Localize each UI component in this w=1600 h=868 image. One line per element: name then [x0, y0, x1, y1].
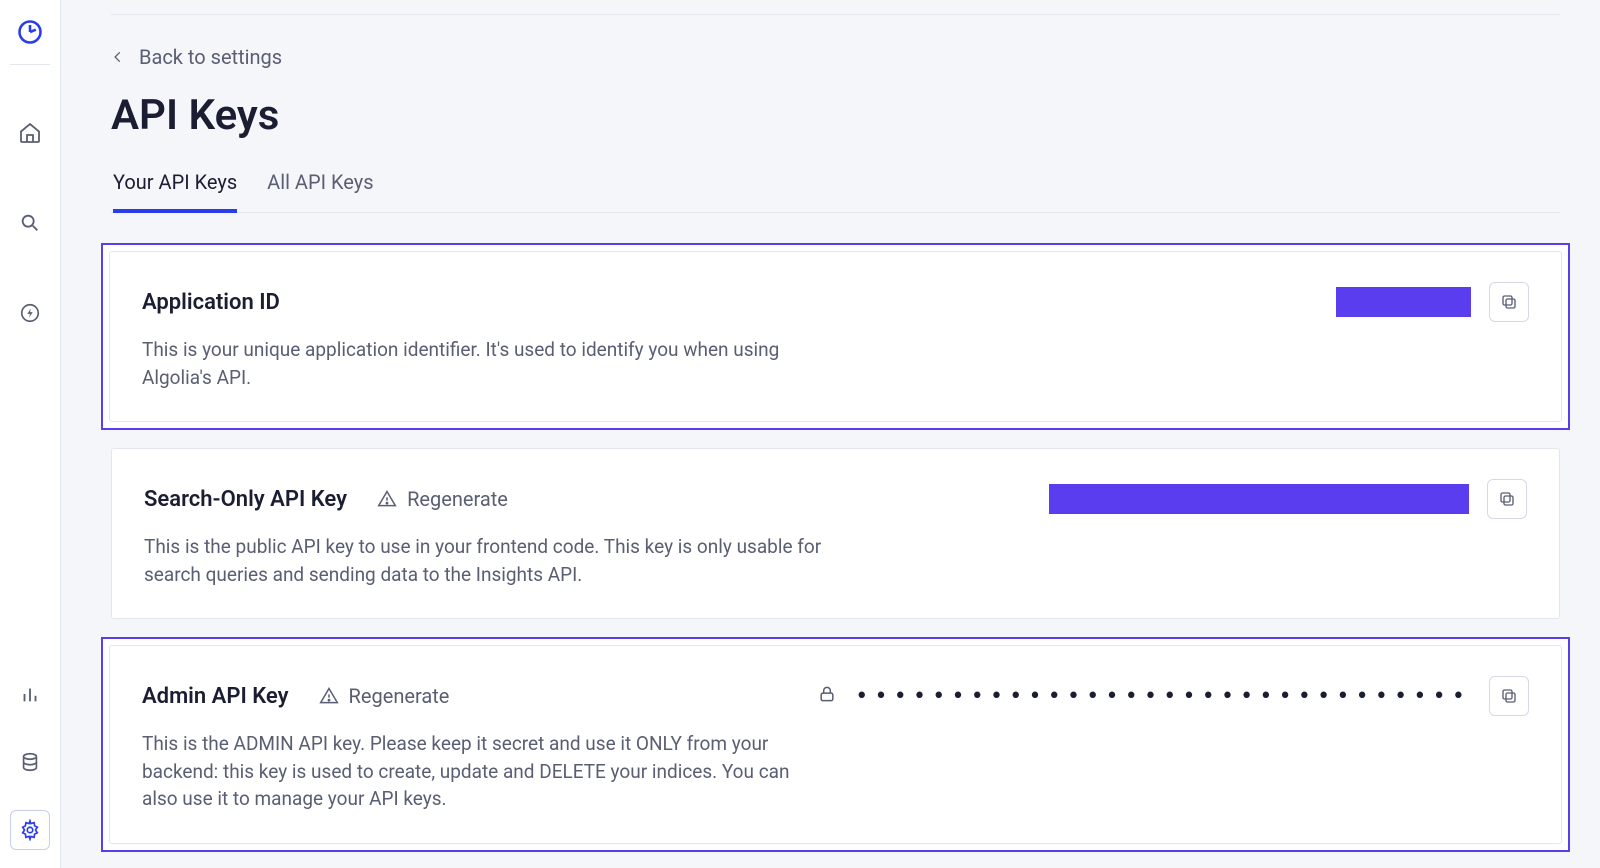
admin-desc: This is the ADMIN API key. Please keep i…	[142, 730, 822, 813]
search-only-card-wrap: Search-Only API Key Regenerate This is t…	[111, 448, 1560, 619]
application-id-desc: This is your unique application identifi…	[142, 336, 822, 391]
search-only-value	[1049, 484, 1469, 514]
copy-icon	[1498, 490, 1516, 508]
lock-icon	[817, 684, 837, 708]
bolt-icon[interactable]	[10, 293, 50, 333]
database-icon[interactable]	[10, 742, 50, 782]
search-icon[interactable]	[10, 203, 50, 243]
main-content: Back to settings API Keys Your API Keys …	[61, 0, 1600, 868]
home-icon[interactable]	[10, 113, 50, 153]
regenerate-admin-key-button[interactable]: Regenerate	[319, 684, 450, 708]
copy-admin-key-button[interactable]	[1489, 676, 1529, 716]
admin-key-masked: ••••••••••••••••••••••••••••••••	[855, 684, 1471, 709]
application-id-card-wrap: Application ID This is your unique appli…	[101, 243, 1570, 430]
tab-your-api-keys[interactable]: Your API Keys	[113, 170, 237, 212]
regenerate-label: Regenerate	[407, 487, 508, 511]
copy-icon	[1500, 293, 1518, 311]
chevron-left-icon	[111, 50, 125, 64]
application-id-value	[1336, 287, 1471, 317]
logo-icon[interactable]	[10, 18, 50, 65]
back-to-settings-link[interactable]: Back to settings	[111, 45, 282, 69]
copy-search-key-button[interactable]	[1487, 479, 1527, 519]
search-only-card: Search-Only API Key Regenerate This is t…	[111, 448, 1560, 619]
search-only-desc: This is the public API key to use in you…	[144, 533, 824, 588]
application-id-title: Application ID	[142, 290, 280, 315]
sidebar	[0, 0, 61, 868]
admin-card: Admin API Key Regenerate •••••••••••••••…	[109, 645, 1562, 844]
search-only-title: Search-Only API Key	[144, 487, 347, 512]
copy-icon	[1500, 687, 1518, 705]
warning-icon	[319, 686, 339, 706]
tab-all-api-keys[interactable]: All API Keys	[267, 170, 373, 212]
warning-icon	[377, 489, 397, 509]
back-label: Back to settings	[139, 45, 282, 69]
regenerate-label: Regenerate	[349, 684, 450, 708]
page-title: API Keys	[111, 91, 1560, 140]
admin-title: Admin API Key	[142, 684, 289, 709]
tabs: Your API Keys All API Keys	[111, 170, 1560, 213]
settings-icon[interactable]	[10, 810, 50, 850]
copy-application-id-button[interactable]	[1489, 282, 1529, 322]
top-divider	[111, 14, 1560, 15]
regenerate-search-key-button[interactable]: Regenerate	[377, 487, 508, 511]
analytics-icon[interactable]	[10, 674, 50, 714]
application-id-card: Application ID This is your unique appli…	[109, 251, 1562, 422]
admin-card-wrap: Admin API Key Regenerate •••••••••••••••…	[101, 637, 1570, 852]
